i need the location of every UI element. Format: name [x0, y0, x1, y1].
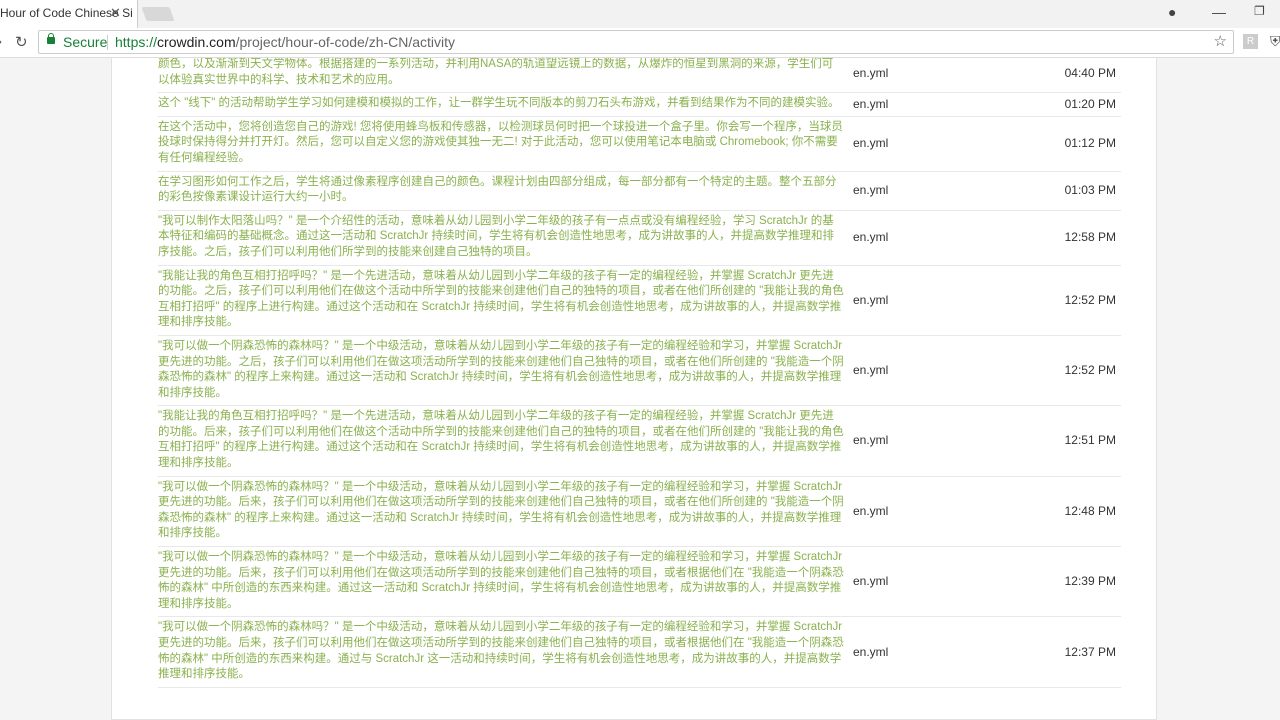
close-tab-icon[interactable]: ✕: [110, 0, 121, 26]
file-name: en.yml: [853, 433, 889, 448]
file-name: en.yml: [853, 230, 889, 245]
file-name: en.yml: [853, 574, 889, 589]
activity-time: 12:51 PM: [1064, 433, 1116, 448]
forward-icon[interactable]: ›: [0, 33, 2, 50]
activity-row: "我能让我的角色互相打招呼吗？" 是一个先进活动，意味着从幼儿园到小学二年级的孩…: [158, 266, 1121, 336]
profile-icon[interactable]: ●: [1168, 4, 1176, 20]
activity-time: 04:40 PM: [1064, 65, 1116, 80]
file-name: en.yml: [853, 136, 889, 151]
extension-icon[interactable]: R: [1243, 34, 1258, 49]
activity-text[interactable]: 这个 "线下" 的活动帮助学生学习如何建模和模拟的工作，让一群学生玩不同版本的剪…: [158, 96, 844, 112]
file-name: en.yml: [853, 96, 889, 111]
activity-time: 12:58 PM: [1064, 230, 1116, 245]
file-name: en.yml: [853, 65, 889, 80]
activity-row: "我可以做一个阴森恐怖的森林吗？" 是一个中级活动，意味着从幼儿园到小学二年级的…: [158, 547, 1121, 618]
file-name: en.yml: [853, 292, 889, 307]
activity-text[interactable]: "我可以做一个阴森恐怖的森林吗？" 是一个中级活动，意味着从幼儿园到小学二年级的…: [158, 550, 844, 612]
activity-time: 01:12 PM: [1064, 136, 1116, 151]
shield-extension-icon[interactable]: ⛨: [1270, 33, 1280, 50]
activity-text[interactable]: 在学习图形如何工作之后，学生将通过像素程序创建自己的颜色。课程计划由四部分组成，…: [158, 175, 844, 206]
activity-list: 颜色，以及渐渐到天文学物体。根据搭建的一系列活动，并利用NASA的轨道望远镜上的…: [158, 58, 1121, 688]
file-name: en.yml: [853, 183, 889, 198]
bookmark-star-icon[interactable]: ☆: [1214, 31, 1227, 53]
activity-row: "我可以制作太阳落山吗？" 是一个介绍性的活动，意味着从幼儿园到小学二年级的孩子…: [158, 211, 1121, 266]
activity-time: 12:52 PM: [1064, 292, 1116, 307]
url-path: /project/hour-of-code/zh-CN/activity: [235, 34, 456, 50]
activity-row: "我能让我的角色互相打招呼吗？" 是一个先进活动，意味着从幼儿园到小学二年级的孩…: [158, 406, 1121, 477]
url-domain: crowdin.com: [157, 34, 236, 50]
reload-icon[interactable]: ↻: [15, 33, 28, 51]
activity-row: 颜色，以及渐渐到天文学物体。根据搭建的一系列活动，并利用NASA的轨道望远镜上的…: [158, 58, 1121, 94]
activity-text[interactable]: "我可以制作太阳落山吗？" 是一个介绍性的活动，意味着从幼儿园到小学二年级的孩子…: [158, 214, 844, 261]
activity-panel: 颜色，以及渐渐到天文学物体。根据搭建的一系列活动，并利用NASA的轨道望远镜上的…: [111, 58, 1157, 720]
activity-row: "我可以做一个阴森恐怖的森林吗？" 是一个中级活动，意味着从幼儿园到小学二年级的…: [158, 617, 1121, 688]
activity-time: 12:48 PM: [1064, 503, 1116, 518]
activity-time: 12:37 PM: [1064, 644, 1116, 659]
activity-text[interactable]: "我可以做一个阴森恐怖的森林吗？" 是一个中级活动，意味着从幼儿园到小学二年级的…: [158, 480, 844, 542]
url-text[interactable]: https://crowdin.com/project/hour-of-code…: [115, 31, 455, 53]
secure-label: Secure: [63, 34, 108, 50]
activity-row: 这个 "线下" 的活动帮助学生学习如何建模和模拟的工作，让一群学生玩不同版本的剪…: [158, 93, 1121, 117]
activity-text[interactable]: 颜色，以及渐渐到天文学物体。根据搭建的一系列活动，并利用NASA的轨道望远镜上的…: [158, 58, 844, 88]
address-bar[interactable]: Secure https://crowdin.com/project/hour-…: [38, 30, 1234, 54]
file-name: en.yml: [853, 644, 889, 659]
activity-time: 01:03 PM: [1064, 183, 1116, 198]
activity-time: 01:20 PM: [1064, 96, 1116, 111]
activity-time: 12:52 PM: [1064, 363, 1116, 378]
file-name: en.yml: [853, 503, 889, 518]
tab-bar: Hour of Code Chinese Si ✕ ● — ❐: [0, 0, 1280, 28]
url-scheme: https://: [115, 34, 158, 50]
activity-text[interactable]: "我可以做一个阴森恐怖的森林吗？" 是一个中级活动，意味着从幼儿园到小学二年级的…: [158, 620, 844, 682]
activity-time: 12:39 PM: [1064, 574, 1116, 589]
activity-text[interactable]: "我能让我的角色互相打招呼吗？" 是一个先进活动，意味着从幼儿园到小学二年级的孩…: [158, 409, 844, 471]
file-name: en.yml: [853, 363, 889, 378]
minimize-icon[interactable]: —: [1212, 4, 1226, 20]
new-tab-button[interactable]: [141, 7, 175, 21]
divider: [107, 35, 108, 50]
browser-tab[interactable]: Hour of Code Chinese Si ✕: [0, 0, 138, 28]
activity-text[interactable]: "我能让我的角色互相打招呼吗？" 是一个先进活动，意味着从幼儿园到小学二年级的孩…: [158, 269, 844, 331]
activity-row: "我可以做一个阴森恐怖的森林吗？" 是一个中级活动，意味着从幼儿园到小学二年级的…: [158, 477, 1121, 548]
lock-icon: [47, 33, 55, 44]
activity-row: 在这个活动中，您将创造您自己的游戏! 您将使用蜂鸟板和传感器，以检测球员何时把一…: [158, 117, 1121, 172]
activity-row: 在学习图形如何工作之后，学生将通过像素程序创建自己的颜色。课程计划由四部分组成，…: [158, 172, 1121, 211]
activity-row: "我可以做一个阴森恐怖的森林吗？" 是一个中级活动，意味着从幼儿园到小学二年级的…: [158, 336, 1121, 407]
activity-text[interactable]: "我可以做一个阴森恐怖的森林吗？" 是一个中级活动，意味着从幼儿园到小学二年级的…: [158, 339, 844, 401]
restore-icon[interactable]: ❐: [1254, 4, 1265, 18]
activity-text[interactable]: 在这个活动中，您将创造您自己的游戏! 您将使用蜂鸟板和传感器，以检测球员何时把一…: [158, 120, 844, 167]
browser-toolbar: › ↻ Secure https://crowdin.com/project/h…: [0, 28, 1280, 58]
